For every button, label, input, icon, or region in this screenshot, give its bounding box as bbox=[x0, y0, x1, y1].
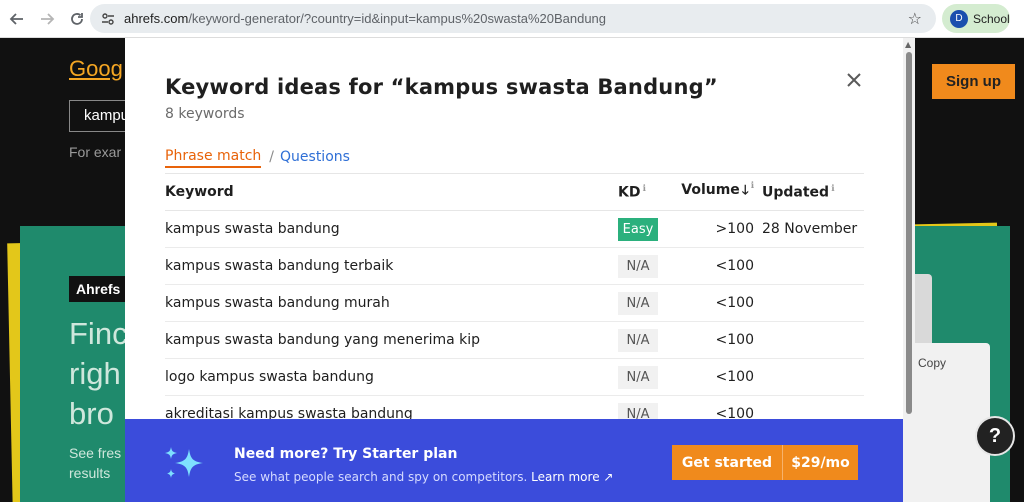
bg-badge: Ahrefs bbox=[69, 276, 128, 302]
volume-cell: <100 bbox=[715, 332, 754, 348]
scrollbar-thumb[interactable] bbox=[906, 52, 912, 414]
keyword-table: Keyword KD ℹ Volume 🡓 ℹ Updated ℹ kampus swa… bbox=[165, 173, 864, 433]
profile-button[interactable]: D School bbox=[942, 4, 1010, 33]
tab-separator: / bbox=[269, 149, 275, 165]
bg-example-text: For exar bbox=[69, 144, 122, 160]
bg-headline: Finc righ bro bbox=[69, 314, 128, 434]
table-row: logo kampus swasta bandung N/A <100 bbox=[165, 359, 864, 396]
column-volume-label: Volume bbox=[681, 182, 740, 198]
sort-arrow-down-icon: 🡓 bbox=[741, 183, 749, 198]
kd-badge: Easy bbox=[618, 217, 658, 241]
volume-cell: <100 bbox=[715, 258, 754, 274]
bg-headline-line: righ bbox=[69, 356, 121, 391]
table-row: kampus swasta bandung terbaik N/A <100 bbox=[165, 248, 864, 285]
table-row: kampus swasta bandung murah N/A <100 bbox=[165, 285, 864, 322]
avatar: D bbox=[950, 9, 968, 28]
keyword-cell: kampus swasta bandung murah bbox=[165, 295, 390, 311]
browser-toolbar: ahrefs.com/keyword-generator/?country=id… bbox=[0, 0, 1024, 38]
forward-arrow-icon[interactable] bbox=[32, 4, 62, 34]
url-host: ahrefs.com bbox=[124, 11, 189, 26]
keyword-count: 8 keywords bbox=[165, 106, 245, 122]
learn-more-link[interactable]: Learn more ↗ bbox=[531, 470, 613, 484]
kd-cell: N/A bbox=[618, 291, 675, 315]
cta-label: Get started bbox=[681, 454, 773, 471]
kd-badge: N/A bbox=[618, 254, 658, 278]
bg-headline-line: bro bbox=[69, 396, 114, 431]
match-tabs: Phrase match / Questions bbox=[165, 148, 350, 168]
kd-cell: N/A bbox=[618, 328, 675, 352]
reload-icon[interactable] bbox=[62, 4, 92, 34]
column-updated: Updated ℹ bbox=[762, 184, 864, 201]
back-arrow-icon[interactable] bbox=[2, 4, 32, 34]
sparkle-icon bbox=[163, 445, 207, 481]
column-keyword-label: Keyword bbox=[165, 184, 234, 200]
keyword-cell: kampus swasta bandung yang menerima kip bbox=[165, 332, 481, 348]
site-info-icon[interactable] bbox=[94, 5, 122, 33]
keyword-cell: logo kampus swasta bandung bbox=[165, 369, 374, 385]
info-icon[interactable]: ℹ bbox=[831, 184, 834, 194]
kd-badge: N/A bbox=[618, 328, 658, 352]
modal-title: Keyword ideas for “kampus swasta Bandung… bbox=[165, 75, 718, 99]
column-kd-label: KD bbox=[618, 184, 641, 201]
url-text: ahrefs.com/keyword-generator/?country=id… bbox=[124, 11, 606, 26]
promo-subtitle-text: See what people search and spy on compet… bbox=[234, 470, 528, 484]
bg-copy-label: Copy bbox=[918, 356, 947, 370]
column-keyword: Keyword bbox=[165, 184, 618, 200]
keyword-cell: kampus swasta bandung terbaik bbox=[165, 258, 394, 274]
promo-title: Need more? Try Starter plan bbox=[234, 446, 458, 462]
bg-small-line: See fres bbox=[69, 445, 122, 461]
keyword-ideas-modal: Keyword ideas for “kampus swasta Bandung… bbox=[125, 38, 903, 502]
volume-cell: <100 bbox=[715, 369, 754, 385]
tab-questions[interactable]: Questions bbox=[280, 149, 350, 167]
info-icon[interactable]: ℹ bbox=[642, 184, 645, 194]
table-row: kampus swasta bandung Easy >100 28 Novem… bbox=[165, 211, 864, 248]
updated-cell: 28 November bbox=[762, 221, 858, 237]
volume-cell: <100 bbox=[715, 295, 754, 311]
scroll-up-icon[interactable]: ▲ bbox=[905, 40, 911, 49]
bg-title: Goog bbox=[69, 56, 123, 81]
cta-price: $29/mo bbox=[791, 454, 850, 471]
bg-small-text: See fres results bbox=[69, 443, 121, 483]
upgrade-banner: Need more? Try Starter plan See what peo… bbox=[125, 419, 903, 502]
kd-cell: N/A bbox=[618, 254, 675, 278]
profile-name: School bbox=[973, 11, 1010, 26]
tab-phrase-match[interactable]: Phrase match bbox=[165, 148, 262, 168]
promo-subtitle: See what people search and spy on compet… bbox=[234, 470, 613, 484]
column-kd: KD ℹ bbox=[618, 184, 675, 201]
address-bar[interactable]: ahrefs.com/keyword-generator/?country=id… bbox=[90, 4, 936, 33]
keyword-cell: kampus swasta bandung bbox=[165, 221, 340, 237]
bg-headline-line: Finc bbox=[69, 316, 128, 351]
get-started-button[interactable]: Get started $29/mo bbox=[672, 445, 858, 480]
column-volume[interactable]: Volume 🡓 ℹ bbox=[675, 181, 762, 203]
sign-up-button[interactable]: Sign up bbox=[932, 64, 1015, 99]
kd-badge: N/A bbox=[618, 291, 658, 315]
page-scrollbar[interactable]: ▲ bbox=[903, 38, 915, 502]
url-path: /keyword-generator/?country=id&input=kam… bbox=[188, 11, 607, 26]
table-row: kampus swasta bandung yang menerima kip … bbox=[165, 322, 864, 359]
kd-cell: N/A bbox=[618, 365, 675, 389]
volume-cell: >100 bbox=[715, 221, 754, 237]
bookmark-star-icon[interactable]: ☆ bbox=[908, 9, 922, 28]
kd-badge: N/A bbox=[618, 365, 658, 389]
bg-small-line: results bbox=[69, 465, 111, 481]
close-icon[interactable] bbox=[843, 69, 865, 91]
column-updated-label: Updated bbox=[762, 184, 830, 201]
table-header: Keyword KD ℹ Volume 🡓 ℹ Updated ℹ bbox=[165, 173, 864, 211]
help-button[interactable]: ? bbox=[975, 416, 1015, 456]
kd-cell: Easy bbox=[618, 217, 675, 241]
info-icon[interactable]: ℹ bbox=[751, 181, 754, 191]
